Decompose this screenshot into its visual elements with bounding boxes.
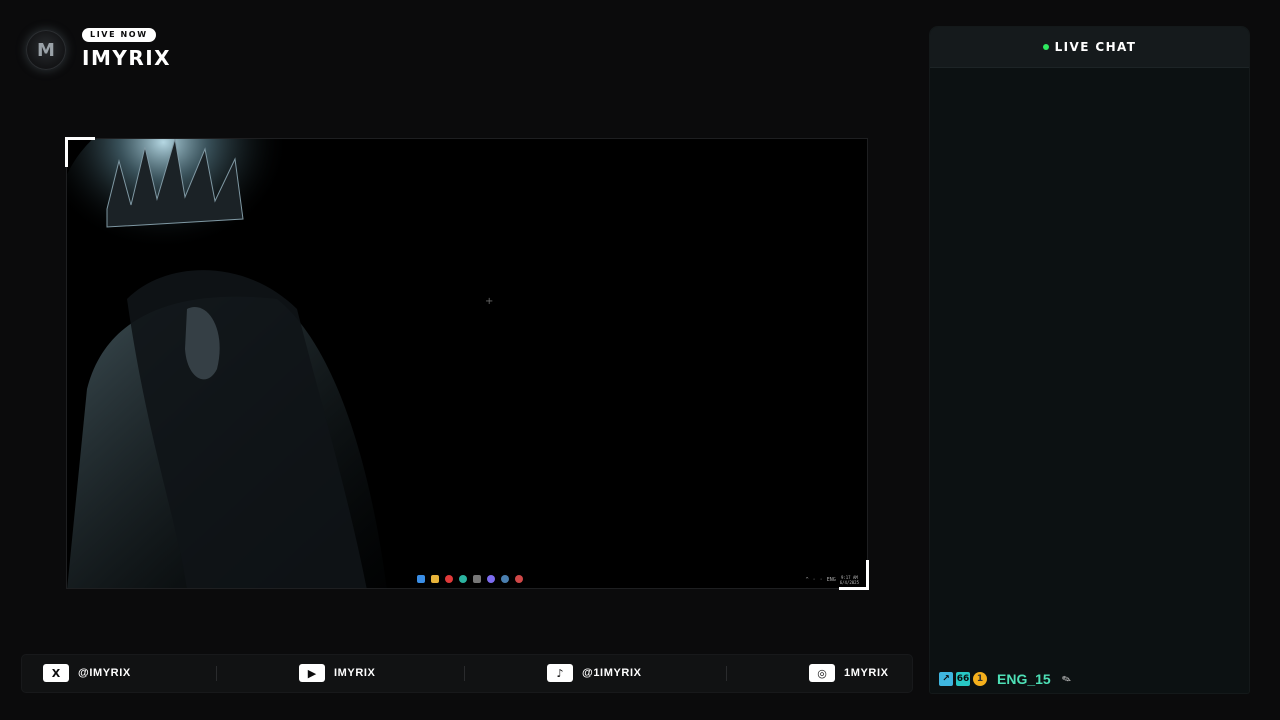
divider xyxy=(464,666,465,681)
chat-title: LIVE CHAT xyxy=(1054,40,1137,54)
social-handle: IMYRIX xyxy=(334,667,376,679)
frame-corner-bottom-right xyxy=(839,560,869,590)
live-chat-panel: LIVE CHAT ↗ 66 1 ENG_15 ✎ xyxy=(930,27,1249,693)
tray-language[interactable]: ENG xyxy=(827,577,836,583)
chat-username[interactable]: ENG_15 xyxy=(997,671,1051,687)
channel-logo: M xyxy=(26,30,66,70)
files-icon[interactable] xyxy=(431,575,439,583)
tiktok-icon: ♪ xyxy=(547,664,573,682)
frame-corner-top-left xyxy=(65,137,95,167)
chevron-up-icon[interactable]: ^ xyxy=(806,577,809,583)
windows-icon[interactable] xyxy=(417,575,425,583)
tier-badge-icon: 66 xyxy=(956,672,970,686)
instagram-icon: ◎ xyxy=(809,664,835,682)
social-handle: @1IMYRIX xyxy=(582,667,642,679)
social-bar: X @IMYRIX ▶ IMYRIX ♪ @1IMYRIX ◎ 1MYRIX xyxy=(22,655,912,692)
divider xyxy=(726,666,727,681)
stream-frame: + ^ ◦ ◦ ENG 9:17 AM 6/4/2025 xyxy=(66,138,868,589)
live-status-dot xyxy=(1042,44,1049,50)
logo-letter: M xyxy=(37,39,55,61)
social-tiktok[interactable]: ♪ @1IMYRIX xyxy=(547,664,642,682)
live-now-badge: LIVE NOW xyxy=(82,28,156,42)
app-icon-2[interactable] xyxy=(515,575,523,583)
opera-icon[interactable] xyxy=(445,575,453,583)
app-icon[interactable] xyxy=(473,575,481,583)
feather-emote-icon: ✎ xyxy=(1059,671,1073,687)
social-instagram[interactable]: ◎ 1MYRIX xyxy=(809,664,889,682)
discord-icon[interactable] xyxy=(487,575,495,583)
social-handle: 1MYRIX xyxy=(844,667,889,679)
volume-icon[interactable]: ◦ xyxy=(820,577,823,583)
chat-header: LIVE CHAT xyxy=(930,27,1249,68)
network-icon[interactable]: ◦ xyxy=(813,577,816,583)
chat-message: ↗ 66 1 ENG_15 ✎ xyxy=(939,671,1073,687)
social-handle: @IMYRIX xyxy=(78,667,131,679)
streamer-name: IMYRIX xyxy=(82,46,172,70)
wallpaper-image xyxy=(67,139,407,588)
edge-icon[interactable] xyxy=(459,575,467,583)
steam-icon[interactable] xyxy=(501,575,509,583)
moderator-badge-icon: ↗ xyxy=(939,672,953,686)
social-youtube[interactable]: ▶ IMYRIX xyxy=(299,664,376,682)
cursor-crosshair: + xyxy=(485,296,494,307)
x-icon: X xyxy=(43,664,69,682)
youtube-icon: ▶ xyxy=(299,664,325,682)
subscriber-badge-icon: 1 xyxy=(973,672,987,686)
divider xyxy=(216,666,217,681)
social-x[interactable]: X @IMYRIX xyxy=(43,664,131,682)
taskbar xyxy=(417,575,523,583)
